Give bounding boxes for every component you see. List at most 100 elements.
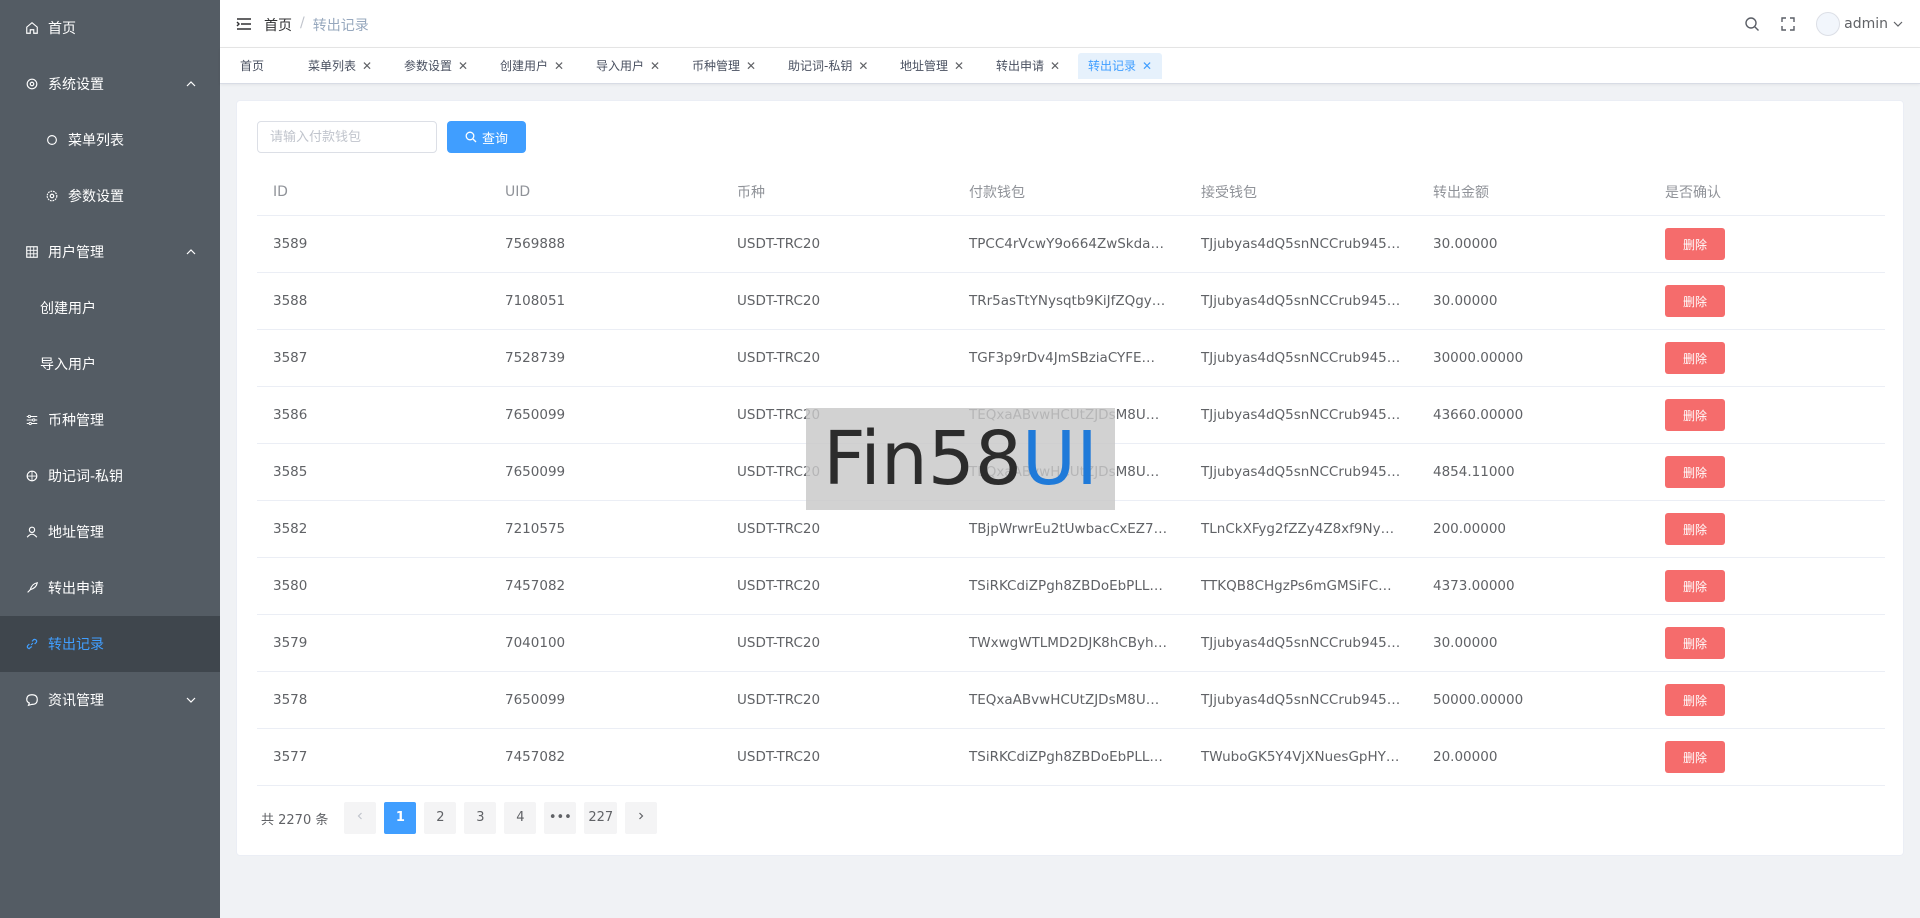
tag-label: 导入用户: [596, 59, 645, 73]
home-icon: [24, 20, 40, 36]
search-button[interactable]: 查询: [447, 121, 526, 153]
hamburger-icon[interactable]: [236, 16, 252, 32]
tag-currency[interactable]: 币种管理 ✕: [682, 53, 766, 79]
cell-receiver-wallet: TWuboGK5Y4VjXNuesGpHY…: [1201, 749, 1400, 765]
column-header: 接受钱包: [1201, 184, 1257, 201]
close-icon[interactable]: ✕: [746, 53, 756, 79]
close-icon[interactable]: ✕: [362, 53, 372, 79]
tag-mnemonic[interactable]: 助记词-私钥 ✕: [778, 53, 878, 79]
user-name[interactable]: admin: [1844, 16, 1888, 32]
delete-button[interactable]: 删除: [1665, 285, 1725, 317]
watermark-logo: Fin58 UI: [806, 408, 1115, 510]
tag-label: 菜单列表: [308, 59, 357, 73]
circle-icon: [44, 132, 60, 148]
cell-receiver-wallet: TJjubyas4dQ5snNCCrub945…: [1201, 350, 1401, 366]
sidebar-item-mnemonic[interactable]: 助记词-私钥: [0, 448, 220, 504]
sidebar-item-home[interactable]: 首页: [0, 0, 220, 56]
table-row: 3577 7457082 USDT-TRC20 TSiRKCdiZPgh8ZBD…: [257, 729, 1885, 786]
column-header: 付款钱包: [969, 184, 1025, 201]
sidebar-item-currency[interactable]: 币种管理: [0, 392, 220, 448]
delete-button[interactable]: 删除: [1665, 456, 1725, 488]
sidebar-item-label: 地址管理: [48, 525, 104, 541]
page-button[interactable]: 227: [584, 802, 618, 834]
sidebar-item-label: 系统设置: [48, 77, 104, 93]
page-button[interactable]: 4: [504, 802, 537, 834]
users-icon: [24, 244, 40, 260]
cell-currency: USDT-TRC20: [737, 578, 821, 594]
cell-payer-wallet: TPCC4rVcwY9o664ZwSkdax…: [969, 236, 1172, 252]
close-icon[interactable]: ✕: [554, 53, 564, 79]
close-icon[interactable]: ✕: [954, 53, 964, 79]
sidebar-item-user-management[interactable]: 用户管理: [0, 224, 220, 280]
delete-button[interactable]: 删除: [1665, 570, 1725, 602]
delete-button[interactable]: 删除: [1665, 228, 1725, 260]
tag-label: 币种管理: [692, 59, 741, 73]
tag-transfer-records[interactable]: 转出记录 ✕: [1078, 53, 1163, 79]
sidebar-item-create-user[interactable]: 创建用户: [0, 280, 220, 336]
cell-receiver-wallet: TJjubyas4dQ5snNCCrub945…: [1201, 464, 1401, 480]
cell-id: 3586: [273, 407, 308, 423]
cell-payer-wallet: TBjpWrwrEu2tUwbacCxEZ7h…: [969, 521, 1176, 537]
close-icon[interactable]: ✕: [650, 53, 660, 79]
cell-payer-wallet: TGF3p9rDv4JmSBziaCYFE…: [969, 350, 1156, 366]
delete-button[interactable]: 删除: [1665, 684, 1725, 716]
sidebar-item-menu-list[interactable]: 菜单列表: [0, 112, 220, 168]
tag-address[interactable]: 地址管理 ✕: [890, 53, 974, 79]
fullscreen-icon[interactable]: [1780, 16, 1796, 32]
delete-button[interactable]: 删除: [1665, 513, 1725, 545]
search-input[interactable]: [257, 121, 437, 153]
sidebar-item-label: 菜单列表: [68, 133, 124, 149]
sidebar-item-label: 转出记录: [48, 637, 104, 653]
close-icon[interactable]: ✕: [858, 53, 868, 79]
search-icon: [465, 131, 477, 143]
sidebar-item-label: 资讯管理: [48, 693, 104, 709]
close-icon[interactable]: ✕: [458, 53, 468, 79]
cell-payer-wallet: TEQxaABvwHCUtZJDsM8U…: [969, 692, 1160, 708]
close-icon[interactable]: ✕: [1142, 53, 1152, 79]
sidebar-item-address[interactable]: 地址管理: [0, 504, 220, 560]
next-page-button[interactable]: [625, 802, 658, 834]
close-icon[interactable]: ✕: [1050, 53, 1060, 79]
page-button[interactable]: 2: [424, 802, 457, 834]
tag-import-user[interactable]: 导入用户 ✕: [586, 53, 670, 79]
cell-receiver-wallet: TJjubyas4dQ5snNCCrub945…: [1201, 293, 1401, 309]
sidebar-item-system-settings[interactable]: 系统设置: [0, 56, 220, 112]
sidebar-item-label: 首页: [48, 21, 76, 37]
sidebar-item-transfer-request[interactable]: 转出申请: [0, 560, 220, 616]
sidebar-item-import-user[interactable]: 导入用户: [0, 336, 220, 392]
sliders-icon: [24, 412, 40, 428]
cell-payer-wallet: TSiRKCdiZPgh8ZBDoEbPLL…: [969, 749, 1163, 765]
more-pages-button[interactable]: •••: [544, 802, 577, 834]
sidebar-item-params[interactable]: 参数设置: [0, 168, 220, 224]
gear-icon: [24, 76, 40, 92]
cell-uid: 7528739: [505, 350, 566, 366]
sidebar-item-transfer-records[interactable]: 转出记录: [0, 616, 220, 672]
cell-currency: USDT-TRC20: [737, 692, 821, 708]
tag-create-user[interactable]: 创建用户 ✕: [490, 53, 574, 79]
cell-uid: 7210575: [505, 521, 566, 537]
avatar[interactable]: [1816, 12, 1841, 36]
tag-transfer-request[interactable]: 转出申请 ✕: [986, 53, 1070, 79]
prev-page-button[interactable]: [344, 802, 377, 834]
table-row: 3587 7528739 USDT-TRC20 TGF3p9rDv4JmSBzi…: [257, 330, 1885, 387]
delete-button[interactable]: 删除: [1665, 342, 1725, 374]
search-icon[interactable]: [1744, 16, 1760, 32]
page-button[interactable]: 3: [464, 802, 497, 834]
cell-amount: 30.00000: [1433, 635, 1498, 651]
tag-menu-list[interactable]: 菜单列表 ✕: [298, 53, 382, 79]
chevron-down-icon[interactable]: [1892, 18, 1904, 30]
cell-amount: 4854.11000: [1433, 464, 1515, 480]
cell-currency: USDT-TRC20: [737, 749, 821, 765]
sidebar-item-news[interactable]: 资讯管理: [0, 672, 220, 728]
watermark-text: UI: [1021, 416, 1098, 502]
tag-params[interactable]: 参数设置 ✕: [394, 53, 478, 79]
page-button[interactable]: 1: [384, 802, 417, 834]
delete-button[interactable]: 删除: [1665, 741, 1725, 773]
breadcrumb-home[interactable]: 首页: [264, 15, 292, 35]
tag-home[interactable]: 首页: [230, 53, 274, 79]
tags-view: 首页 菜单列表 ✕ 参数设置 ✕ 创建用户 ✕ 导入用户 ✕ 币种管理 ✕ 助记词-私钥 ✕…: [220, 48, 1920, 84]
cell-uid: 7650099: [505, 464, 566, 480]
delete-button[interactable]: 删除: [1665, 399, 1725, 431]
delete-button[interactable]: 删除: [1665, 627, 1725, 659]
sidebar-item-label: 用户管理: [48, 245, 104, 261]
